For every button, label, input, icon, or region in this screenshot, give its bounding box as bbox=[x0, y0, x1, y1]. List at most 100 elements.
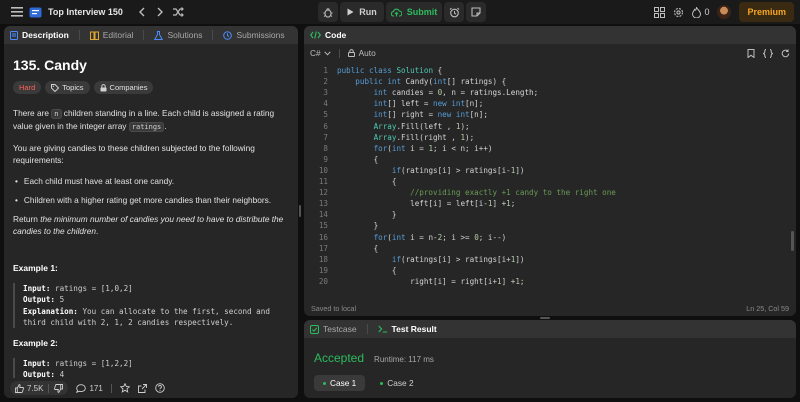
code-line[interactable]: 11 { bbox=[304, 176, 397, 187]
format-braces-icon[interactable] bbox=[763, 48, 773, 58]
upload-cloud-icon bbox=[390, 8, 402, 17]
panel-resize-handle-horizontal[interactable] bbox=[540, 317, 550, 319]
code-line[interactable]: 9 { bbox=[304, 154, 378, 165]
line-number: 5 bbox=[323, 110, 328, 120]
auto-mode-label: Auto bbox=[358, 48, 376, 58]
code-editor[interactable]: 1 public class Solution {2 public int Can… bbox=[304, 62, 796, 292]
tab-solutions-label: Solutions bbox=[167, 30, 203, 40]
top-bar: Top Interview 150 Run Submit 0 Premium bbox=[0, 0, 800, 24]
shuffle-icon[interactable] bbox=[169, 3, 187, 21]
code-line[interactable]: 18 if(ratings[i] > ratings[i+1]) bbox=[304, 254, 525, 265]
code-line[interactable]: 1 public class Solution { bbox=[304, 65, 442, 76]
testcase-tab-1[interactable]: Case 1 bbox=[314, 375, 366, 391]
testcase-label: Case 2 bbox=[387, 378, 414, 388]
language-value: C# bbox=[310, 48, 321, 58]
return-statement: Return the minimum number of candies you… bbox=[13, 213, 289, 237]
statement-text: Return bbox=[13, 214, 41, 224]
code-text: { bbox=[337, 177, 397, 186]
tab-code[interactable]: Code bbox=[310, 30, 346, 40]
bookmark-icon[interactable] bbox=[747, 48, 755, 58]
result-tabbar: Testcase Test Result bbox=[304, 320, 796, 338]
code-line[interactable]: 14 } bbox=[304, 209, 397, 220]
line-number: 6 bbox=[323, 121, 328, 131]
code-text: Array.Fill(left , 1); bbox=[373, 121, 470, 131]
tab-editorial[interactable]: Editorial bbox=[89, 30, 133, 40]
code-line[interactable]: 12 //providing exactly +1 candy to the r… bbox=[304, 187, 616, 198]
premium-button[interactable]: Premium bbox=[739, 2, 794, 22]
flask-icon bbox=[154, 30, 164, 40]
comments-button[interactable]: 171 bbox=[76, 384, 103, 393]
tab-testcase[interactable]: Testcase bbox=[310, 324, 357, 334]
code-line[interactable]: 13 left[i] = left[i-1] +1; bbox=[304, 198, 515, 209]
requirements-intro: You are giving candies to these children… bbox=[13, 143, 255, 165]
statement-text: There are bbox=[13, 108, 52, 118]
share-icon[interactable] bbox=[137, 383, 147, 393]
pass-dot-icon bbox=[323, 381, 326, 385]
companies-chip-label: Companies bbox=[109, 83, 148, 92]
tab-testcase-label: Testcase bbox=[323, 324, 357, 334]
tab-test-result[interactable]: Test Result bbox=[377, 324, 437, 334]
auto-mode-toggle[interactable]: Auto bbox=[347, 48, 376, 58]
code-line[interactable]: 19 { bbox=[304, 265, 397, 276]
menu-icon[interactable] bbox=[8, 3, 26, 21]
code-line[interactable]: 20 right[i] = right[i+1] +1; bbox=[304, 276, 525, 287]
tab-code-label: Code bbox=[325, 30, 347, 40]
tag-icon bbox=[51, 83, 60, 92]
example-input: ratings = [1,2,2] bbox=[50, 359, 133, 369]
thumbs-down-icon[interactable] bbox=[54, 383, 64, 393]
prev-problem-icon[interactable] bbox=[133, 3, 151, 21]
code-line[interactable]: 2 public int Candy(int[] ratings) { bbox=[304, 76, 506, 87]
line-number: 3 bbox=[323, 88, 328, 98]
avatar[interactable] bbox=[717, 5, 732, 19]
tab-solutions[interactable]: Solutions bbox=[154, 30, 202, 40]
like-button[interactable]: 7.5K bbox=[10, 381, 69, 395]
debug-button[interactable] bbox=[318, 2, 338, 22]
run-button[interactable]: Run bbox=[340, 2, 384, 22]
companies-chip[interactable]: Companies bbox=[93, 81, 154, 94]
code-line[interactable]: 6 Array.Fill(left , 1); bbox=[304, 121, 469, 132]
code-line[interactable]: 3 int candies = 0, n = ratings.Length; bbox=[304, 87, 538, 98]
cursor-position: Ln 25, Col 59 bbox=[746, 303, 789, 313]
tab-divider bbox=[212, 30, 214, 40]
lock-icon bbox=[347, 49, 355, 57]
line-number: 13 bbox=[318, 199, 328, 209]
tab-description[interactable]: Description bbox=[10, 30, 69, 40]
problem-list-icon[interactable] bbox=[26, 3, 44, 21]
chevron-down-icon bbox=[323, 50, 331, 56]
code-line[interactable]: 16 for(int i = n-2; i >= 0; i--) bbox=[304, 232, 506, 243]
help-icon[interactable] bbox=[155, 383, 165, 393]
settings-gear-icon[interactable] bbox=[673, 7, 684, 18]
submit-button[interactable]: Submit bbox=[386, 2, 442, 22]
code-text: Array.Fill(right , 1); bbox=[373, 132, 475, 142]
language-select[interactable]: C# bbox=[310, 48, 331, 58]
code-line[interactable]: 10 if(ratings[i] > ratings[i-1]) bbox=[304, 165, 525, 176]
code-line[interactable]: 8 for(int i = 1; i < n; i++) bbox=[304, 143, 492, 154]
code-line[interactable]: 17 { bbox=[304, 243, 378, 254]
code-line[interactable]: 15 } bbox=[304, 220, 378, 231]
reset-icon[interactable] bbox=[781, 49, 790, 58]
tab-submissions-label: Submissions bbox=[236, 30, 285, 40]
code-line[interactable]: 7 Array.Fill(right , 1); bbox=[304, 132, 474, 143]
list-item: Children with a higher rating get more c… bbox=[13, 194, 289, 206]
pass-dot-icon bbox=[380, 381, 384, 385]
code-line[interactable]: 5 int[] right = new int[n]; bbox=[304, 109, 487, 120]
topics-chip[interactable]: Topics bbox=[45, 81, 90, 94]
difficulty-badge: Hard bbox=[13, 81, 42, 94]
line-number: 16 bbox=[318, 232, 328, 242]
code-text: right[i] = right[i+1] +1; bbox=[337, 276, 525, 286]
star-icon[interactable] bbox=[119, 383, 130, 393]
code-text: { bbox=[337, 243, 379, 253]
streak-counter[interactable]: 0 bbox=[692, 6, 709, 18]
tab-submissions[interactable]: Submissions bbox=[223, 30, 285, 40]
notes-button[interactable] bbox=[466, 2, 486, 22]
next-problem-icon[interactable] bbox=[151, 3, 169, 21]
study-plan-title[interactable]: Top Interview 150 bbox=[48, 7, 123, 17]
fire-icon bbox=[692, 6, 702, 18]
panel-resize-handle-vertical[interactable] bbox=[299, 205, 301, 217]
code-line[interactable]: 4 int[] left = new int[n]; bbox=[304, 98, 483, 109]
timer-button[interactable] bbox=[444, 2, 464, 22]
testcase-tab-2[interactable]: Case 2 bbox=[371, 375, 422, 391]
editor-scrollbar[interactable] bbox=[791, 231, 794, 251]
code-panel: Code C# Auto 1 public class Solution {2… bbox=[304, 26, 796, 316]
layout-grid-icon[interactable] bbox=[654, 6, 666, 18]
